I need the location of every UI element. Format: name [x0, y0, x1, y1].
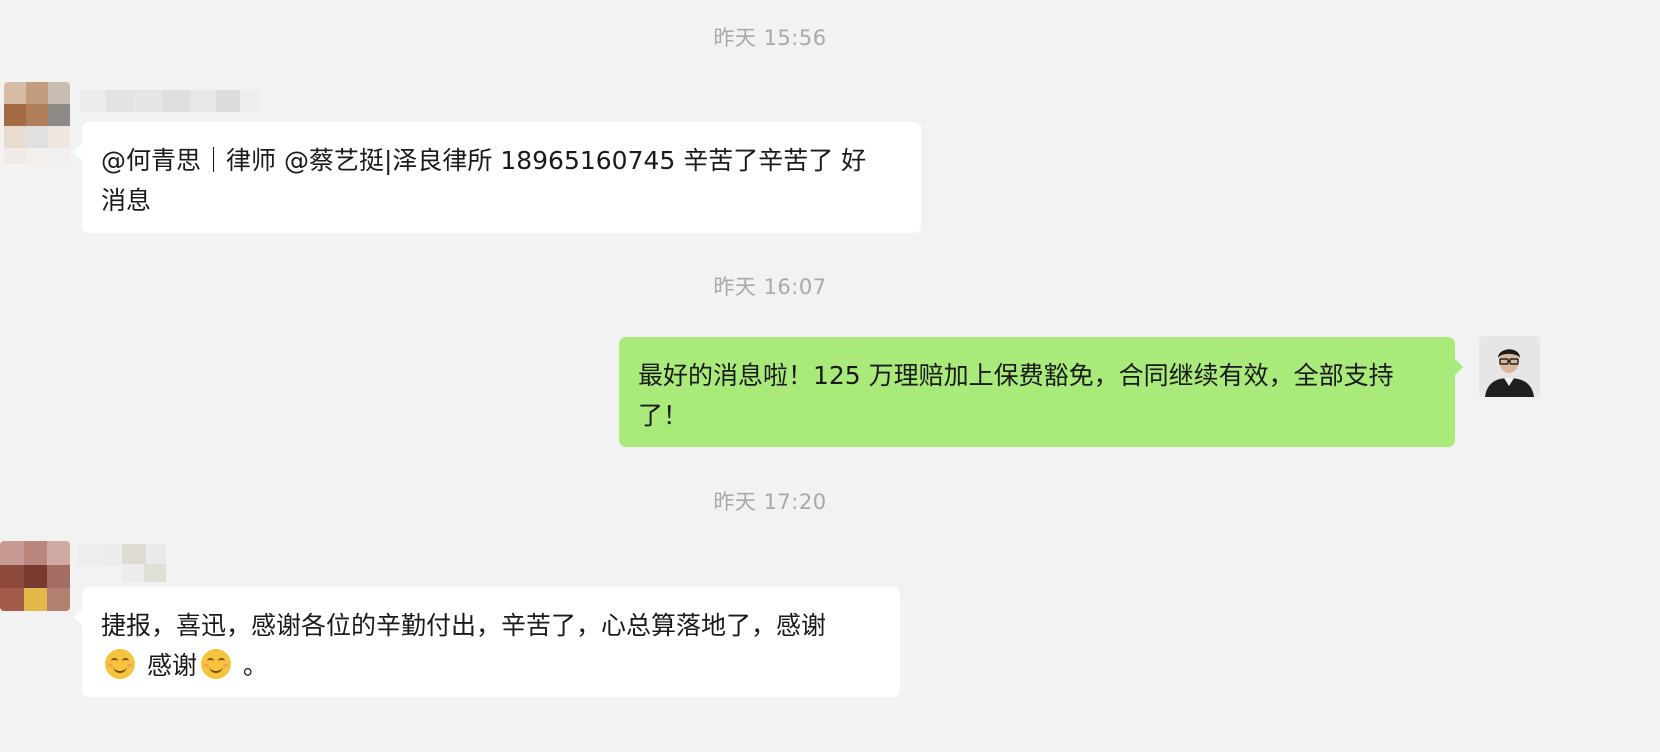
chat-window: 昨天 15:56 @何青思｜律师 @蔡艺挺|泽良律所 18965160745 辛…	[0, 0, 1568, 710]
message-text-line: 感谢 。	[101, 646, 881, 686]
message-bubble-incoming[interactable]: 捷报，喜迅，感谢各位的辛勤付出，辛苦了，心总算落地了，感谢 感谢 。	[74, 587, 900, 697]
message-text: 了！	[638, 401, 689, 430]
message-bubble-outgoing[interactable]: 最好的消息啦！125 万理赔加上保费豁免，合同继续有效，全部支持 了！	[619, 337, 1463, 447]
sender-name	[80, 80, 260, 120]
timestamp: 昨天 16:07	[713, 275, 827, 299]
sender-avatar[interactable]	[4, 82, 70, 164]
smiling-face-icon	[105, 649, 135, 679]
message-text: 消息	[101, 186, 152, 215]
timestamp: 昨天 17:20	[713, 490, 827, 514]
person-photo-icon	[1479, 336, 1540, 397]
message-text: 最好的消息啦！125 万理赔加上保费豁免，合同继续有效，全部支持	[638, 361, 1394, 390]
sender-name	[78, 540, 168, 584]
message-text: 捷报，喜迅，感谢各位的辛勤付出，辛苦了，心总算落地了，感谢	[101, 611, 827, 640]
message-text-fragment: 感谢	[146, 651, 197, 680]
timestamp: 昨天 15:56	[713, 26, 827, 50]
my-avatar[interactable]	[1479, 336, 1540, 397]
message-text-fragment: 。	[242, 651, 268, 680]
message-bubble-incoming[interactable]: @何青思｜律师 @蔡艺挺|泽良律所 18965160745 辛苦了辛苦了 好 消…	[74, 122, 921, 233]
message-text: @何青思｜律师 @蔡艺挺|泽良律所 18965160745 辛苦了辛苦了 好	[101, 146, 867, 175]
smiling-face-icon	[200, 649, 231, 679]
sender-avatar[interactable]	[0, 541, 70, 611]
